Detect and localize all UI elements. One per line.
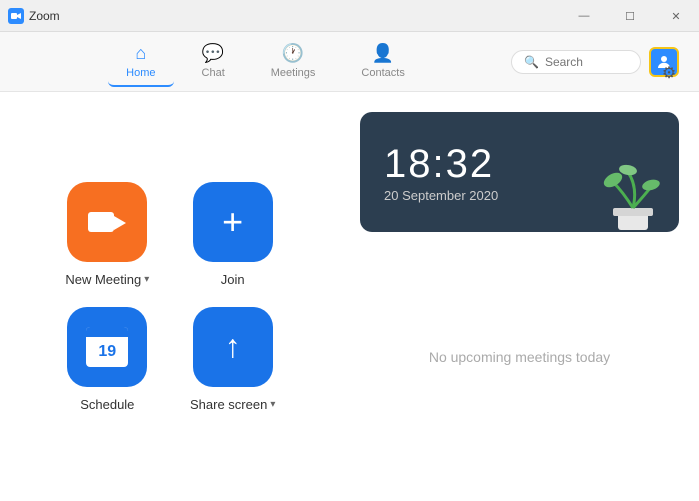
plant-decoration bbox=[603, 152, 663, 232]
contacts-icon: 👤 bbox=[372, 43, 394, 64]
nav-item-chat[interactable]: 💬 Chat bbox=[184, 37, 243, 87]
window-controls: — ☐ ✕ bbox=[561, 0, 699, 32]
nav-items: ⌂ Home 💬 Chat 🕐 Meetings 👤 Contacts bbox=[20, 37, 511, 87]
calendar-icon: 19 bbox=[86, 327, 128, 367]
search-bar[interactable]: 🔍 bbox=[511, 50, 641, 74]
new-meeting-label: New Meeting ▾ bbox=[65, 272, 149, 287]
calendar-day: 19 bbox=[86, 337, 128, 367]
close-button[interactable]: ✕ bbox=[653, 0, 699, 32]
camera-icon bbox=[88, 209, 126, 235]
home-icon: ⌂ bbox=[135, 43, 146, 64]
main-content: New Meeting ▾ + Join 19 bbox=[0, 92, 699, 501]
app-title: Zoom bbox=[8, 8, 60, 24]
join-label: Join bbox=[221, 272, 245, 287]
settings-button[interactable]: ⚙ bbox=[655, 59, 683, 87]
join-item[interactable]: + Join bbox=[190, 182, 275, 287]
navbar: ⌂ Home 💬 Chat 🕐 Meetings 👤 Contacts 🔍 ⚙ bbox=[0, 32, 699, 92]
schedule-item[interactable]: 19 Schedule bbox=[65, 307, 150, 412]
share-screen-button[interactable]: ↑ bbox=[193, 307, 273, 387]
join-button[interactable]: + bbox=[193, 182, 273, 262]
right-panel: 18:32 20 September 2020 bbox=[340, 92, 699, 501]
meetings-icon: 🕐 bbox=[282, 43, 304, 64]
no-meetings: No upcoming meetings today bbox=[360, 232, 679, 481]
action-grid: New Meeting ▾ + Join 19 bbox=[65, 182, 276, 412]
restore-button[interactable]: ☐ bbox=[607, 0, 653, 32]
share-screen-caret: ▾ bbox=[270, 399, 275, 410]
schedule-label: Schedule bbox=[80, 397, 134, 412]
chat-icon: 💬 bbox=[202, 43, 224, 64]
minimize-button[interactable]: — bbox=[561, 0, 607, 32]
app-icon bbox=[8, 8, 24, 24]
schedule-button[interactable]: 19 bbox=[67, 307, 147, 387]
share-screen-label: Share screen ▾ bbox=[190, 397, 275, 412]
nav-item-contacts[interactable]: 👤 Contacts bbox=[343, 37, 422, 87]
new-meeting-button[interactable] bbox=[67, 182, 147, 262]
plus-icon: + bbox=[222, 204, 243, 240]
share-icon: ↑ bbox=[225, 328, 241, 365]
nav-item-home[interactable]: ⌂ Home bbox=[108, 37, 173, 87]
new-meeting-item[interactable]: New Meeting ▾ bbox=[65, 182, 150, 287]
share-screen-item[interactable]: ↑ Share screen ▾ bbox=[190, 307, 275, 412]
search-icon: 🔍 bbox=[524, 55, 539, 69]
nav-item-meetings[interactable]: 🕐 Meetings bbox=[253, 37, 334, 87]
new-meeting-caret: ▾ bbox=[144, 274, 149, 285]
search-input[interactable] bbox=[545, 55, 635, 69]
titlebar: Zoom — ☐ ✕ bbox=[0, 0, 699, 32]
left-panel: New Meeting ▾ + Join 19 bbox=[0, 92, 340, 501]
clock-card: 18:32 20 September 2020 bbox=[360, 112, 679, 232]
